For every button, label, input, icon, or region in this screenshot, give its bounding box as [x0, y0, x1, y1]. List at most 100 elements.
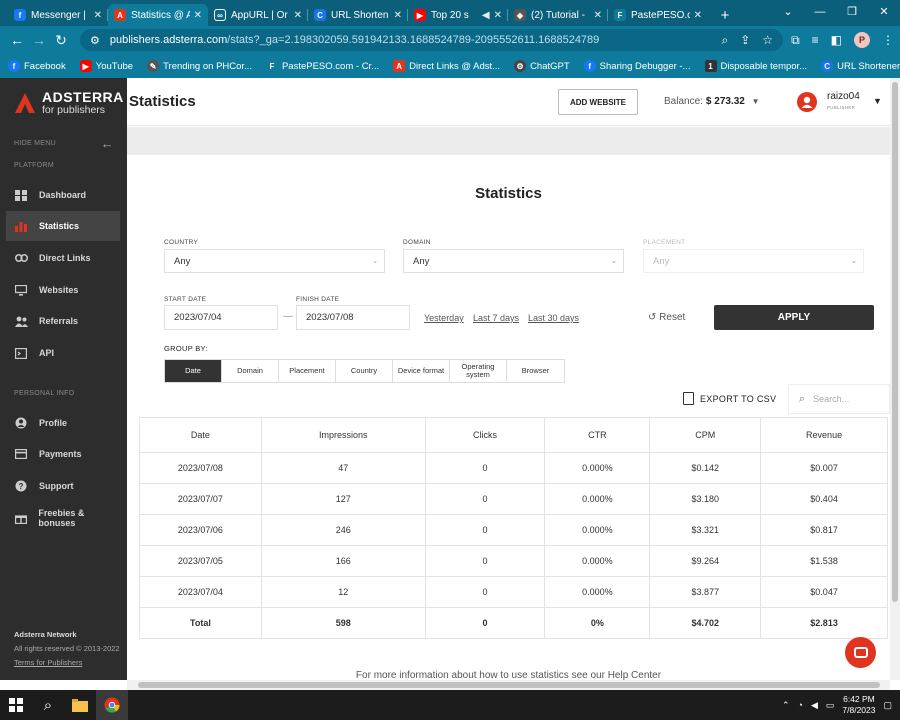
profile-avatar[interactable]: P: [854, 32, 870, 48]
company-name: Adsterra Network: [14, 630, 77, 639]
bookmark-direct-links[interactable]: A Direct Links @ Adst...: [393, 60, 500, 72]
browser-tab-url-shortener[interactable]: C URL Shorten ✕: [308, 4, 408, 26]
last-7-days-link[interactable]: Last 7 days: [473, 313, 519, 323]
chat-support-button[interactable]: [845, 637, 876, 668]
finish-date-input[interactable]: 2023/07/08: [296, 305, 410, 330]
close-window-icon[interactable]: ✕: [868, 0, 900, 26]
browser-tab-youtube[interactable]: ▶ Top 20 s ◀ ✕: [408, 4, 508, 26]
address-bar[interactable]: ⚙ publishers.adsterra.com/stats?_ga=2.19…: [80, 29, 784, 51]
country-select[interactable]: Any ⌄: [164, 249, 385, 273]
chevron-down-icon[interactable]: ▼: [752, 97, 760, 106]
new-tab-button[interactable]: +: [714, 4, 736, 26]
sidebar-item-freebies[interactable]: Freebies & bonuses: [6, 503, 120, 533]
side-panel-icon[interactable]: ◧: [831, 33, 842, 47]
volume-icon[interactable]: ◀: [811, 700, 818, 711]
username[interactable]: raizo04: [827, 91, 860, 102]
column-header-date[interactable]: Date: [139, 417, 262, 453]
group-by-domain[interactable]: Domain: [222, 360, 279, 382]
bookmark-star-icon[interactable]: ☆: [762, 33, 773, 48]
domain-select[interactable]: Any ⌄: [403, 249, 624, 273]
column-header-ctr[interactable]: CTR: [544, 417, 651, 453]
bookmark-youtube[interactable]: ▶ YouTube: [79, 60, 133, 72]
adsterra-logo[interactable]: ADSTERRA for publishers: [14, 90, 124, 116]
browser-tab-tutorial[interactable]: ◆ (2) Tutorial - ✕: [508, 4, 608, 26]
forward-arrow-icon[interactable]: →: [28, 32, 50, 48]
sidebar-item-referrals[interactable]: Referrals: [6, 306, 120, 336]
share-icon[interactable]: ⇪: [740, 33, 750, 48]
bookmark-phcorner[interactable]: ✎ Trending on PHCor...: [147, 60, 252, 72]
group-by-date[interactable]: Date: [165, 360, 222, 382]
bookmark-facebook[interactable]: f Facebook: [8, 60, 66, 72]
apply-button[interactable]: APPLY: [714, 305, 874, 330]
close-tab-icon[interactable]: ✕: [394, 10, 402, 21]
bookmark-url-shortener[interactable]: CURL Shortener, Cus...: [821, 60, 900, 72]
back-arrow-icon[interactable]: ←: [6, 32, 28, 48]
close-tab-icon[interactable]: ✕: [94, 10, 102, 21]
close-tab-icon[interactable]: ✕: [294, 10, 302, 21]
user-menu-chevron-icon[interactable]: ▼: [873, 96, 882, 106]
battery-icon[interactable]: ▭: [826, 700, 835, 711]
minimize-icon[interactable]: —: [804, 0, 836, 26]
sidebar-item-dashboard[interactable]: Dashboard: [6, 180, 120, 210]
sidebar-item-direct-links[interactable]: Direct Links: [6, 243, 120, 273]
start-button[interactable]: [0, 690, 32, 720]
adsterra-logo-icon: [15, 93, 35, 113]
close-tab-icon[interactable]: ✕: [594, 10, 602, 21]
browser-tab-messenger[interactable]: f Messenger | ✕: [8, 4, 108, 26]
group-by-operating-system[interactable]: Operating system: [450, 360, 507, 382]
extensions-icon[interactable]: ⧉: [791, 33, 800, 48]
column-header-revenue[interactable]: Revenue: [760, 417, 888, 453]
brand-subtitle: for publishers: [42, 104, 106, 116]
restore-icon[interactable]: ❐: [836, 0, 868, 26]
close-tab-icon[interactable]: ✕: [694, 10, 702, 21]
network-icon[interactable]: ◔: [798, 700, 803, 710]
bookmark-chatgpt[interactable]: ⚙ ChatGPT: [514, 60, 570, 72]
add-website-button[interactable]: ADD WEBSITE: [558, 89, 638, 115]
cell-clicks: 0: [424, 514, 546, 546]
browser-tab-pastepeso[interactable]: F PastePESO.co ✕: [608, 4, 708, 26]
user-avatar-icon[interactable]: [797, 92, 817, 112]
chrome-taskbar-icon[interactable]: [96, 690, 128, 720]
group-by-placement[interactable]: Placement: [279, 360, 336, 382]
sidebar-item-websites[interactable]: Websites: [6, 275, 120, 305]
last-30-days-link[interactable]: Last 30 days: [528, 313, 579, 323]
close-tab-icon[interactable]: ✕: [494, 10, 502, 21]
bookmark-sharing-debugger[interactable]: f Sharing Debugger -...: [583, 60, 691, 72]
bookmark-pastepeso[interactable]: F PastePESO.com - Cr...: [265, 60, 379, 72]
terms-link[interactable]: Terms for Publishers: [14, 656, 120, 670]
sidebar-item-api[interactable]: API: [6, 338, 120, 368]
clock[interactable]: 6:42 PM 7/8/2023: [842, 694, 875, 716]
reload-icon[interactable]: ↻: [50, 32, 72, 49]
file-explorer-icon[interactable]: [64, 690, 96, 720]
group-by-device-format[interactable]: Device format: [393, 360, 450, 382]
browser-menu-icon[interactable]: ⋮: [882, 33, 894, 47]
sidebar-item-support[interactable]: ? Support: [6, 471, 120, 501]
reset-button[interactable]: ↺ Reset: [648, 312, 685, 323]
search-input[interactable]: ⌕ Search...: [788, 384, 890, 414]
zoom-icon[interactable]: ⌕: [722, 33, 729, 48]
bookmark-disposable[interactable]: 1 Disposable tempor...: [704, 60, 807, 72]
column-header-impressions[interactable]: Impressions: [260, 417, 426, 453]
hide-menu-toggle[interactable]: HIDE MENU ←: [14, 136, 114, 151]
export-csv-button[interactable]: EXPORT TO CSV: [683, 392, 776, 405]
tab-search-icon[interactable]: ⌄: [772, 0, 804, 26]
column-header-clicks[interactable]: Clicks: [424, 417, 546, 453]
horizontal-scrollbar-thumb[interactable]: [138, 682, 880, 688]
close-tab-icon[interactable]: ✕: [194, 10, 202, 21]
notifications-icon[interactable]: ▢: [883, 700, 892, 711]
browser-tab-statistics[interactable]: A Statistics @ A ✕: [108, 4, 208, 26]
site-info-icon[interactable]: ⚙: [90, 34, 100, 47]
sidebar-item-profile[interactable]: Profile: [6, 408, 120, 438]
group-by-browser[interactable]: Browser: [507, 360, 564, 382]
yesterday-link[interactable]: Yesterday: [424, 313, 464, 323]
reading-list-icon[interactable]: ≡: [812, 33, 819, 47]
sidebar-item-payments[interactable]: Payments: [6, 439, 120, 469]
show-hidden-icons-icon[interactable]: ⌃: [782, 700, 790, 711]
browser-tab-appurl[interactable]: ∞ AppURL | Or ✕: [208, 4, 308, 26]
search-icon[interactable]: ⌕: [32, 690, 64, 720]
group-by-country[interactable]: Country: [336, 360, 393, 382]
column-header-cpm[interactable]: CPM: [649, 417, 762, 453]
vertical-scrollbar-thumb[interactable]: [892, 82, 898, 602]
sidebar-item-statistics[interactable]: Statistics: [6, 211, 120, 241]
start-date-input[interactable]: 2023/07/04: [164, 305, 278, 330]
